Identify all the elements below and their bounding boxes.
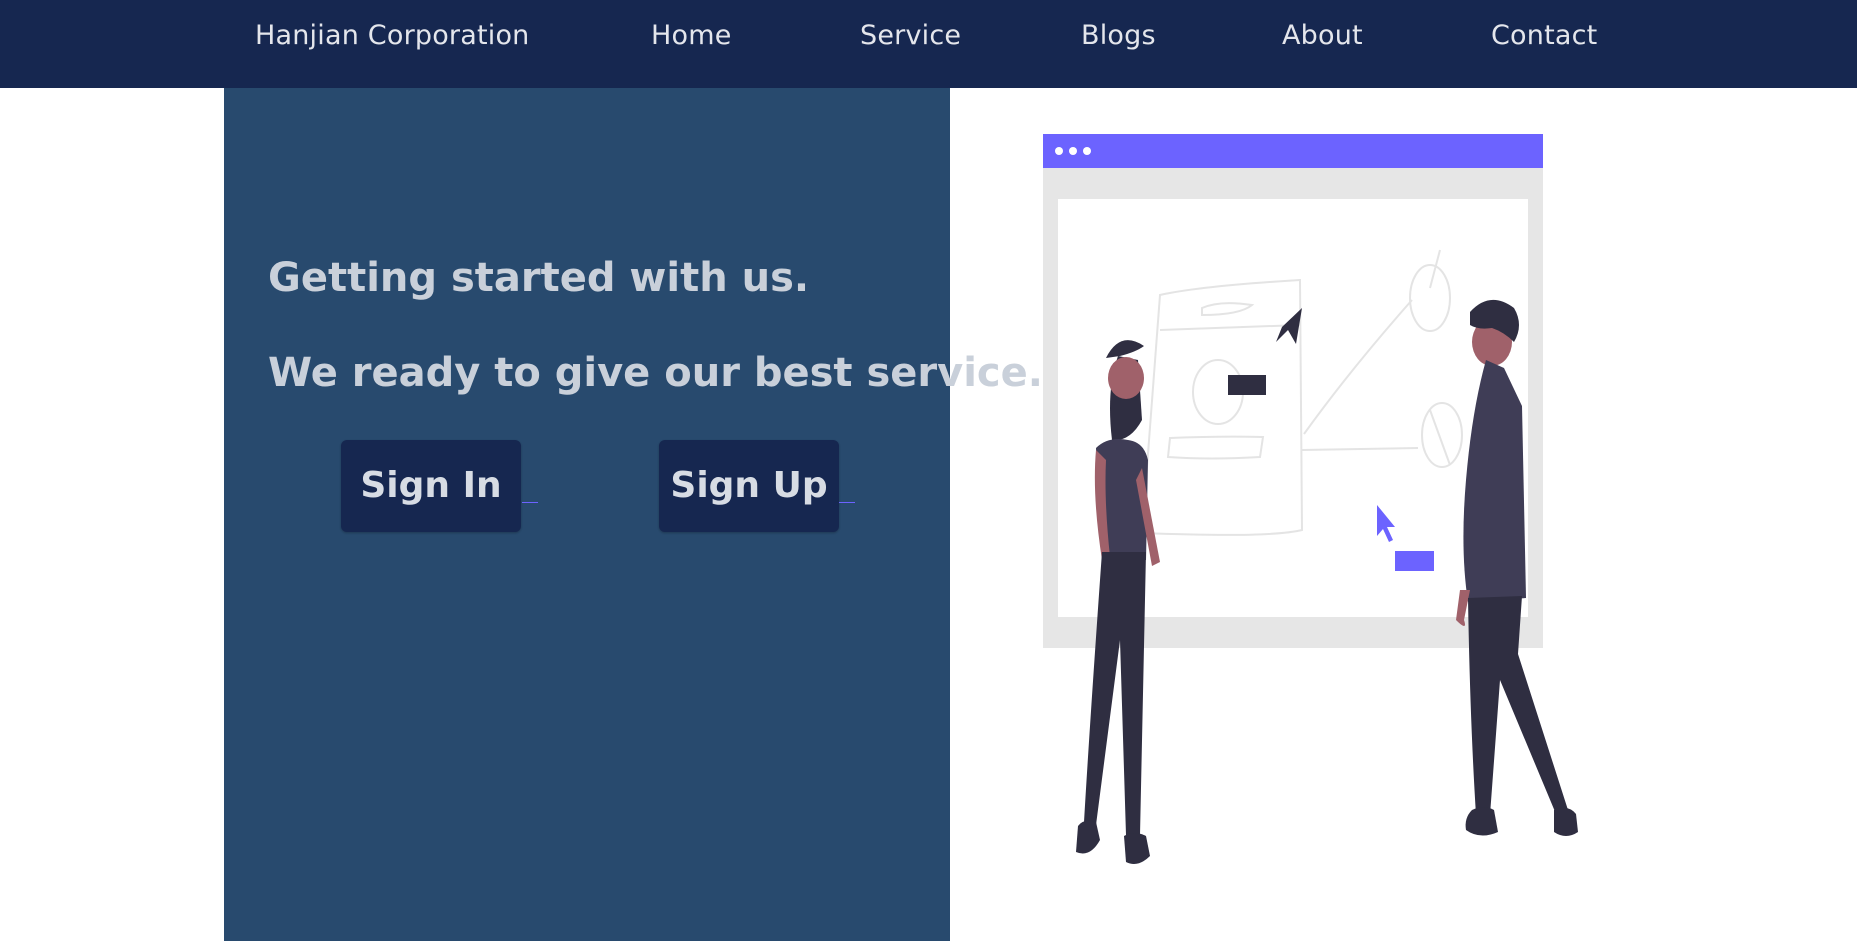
sign-in-button[interactable]: Sign In: [341, 440, 521, 532]
nav-link-blogs[interactable]: Blogs: [1081, 16, 1156, 56]
link-underline-decoration: [522, 502, 538, 503]
top-navbar: Hanjian Corporation Home Service Blogs A…: [0, 0, 1857, 88]
link-underline-decoration: [839, 502, 855, 503]
sign-up-button[interactable]: Sign Up: [659, 440, 839, 532]
nav-link-about[interactable]: About: [1282, 16, 1363, 56]
brand-link[interactable]: Hanjian Corporation: [255, 16, 530, 56]
nav-link-service[interactable]: Service: [860, 16, 961, 56]
hero-panel: Getting started with us. We ready to giv…: [224, 88, 1043, 941]
nav-link-home[interactable]: Home: [651, 16, 732, 56]
two-people-at-whiteboard-icon: [1043, 134, 1578, 864]
whiteboard-illustration: [1020, 120, 1595, 895]
nav-link-contact[interactable]: Contact: [1491, 16, 1597, 56]
hero-subheadline: We ready to give our best service.: [268, 350, 1043, 396]
hero-headline: Getting started with us.: [268, 255, 810, 301]
